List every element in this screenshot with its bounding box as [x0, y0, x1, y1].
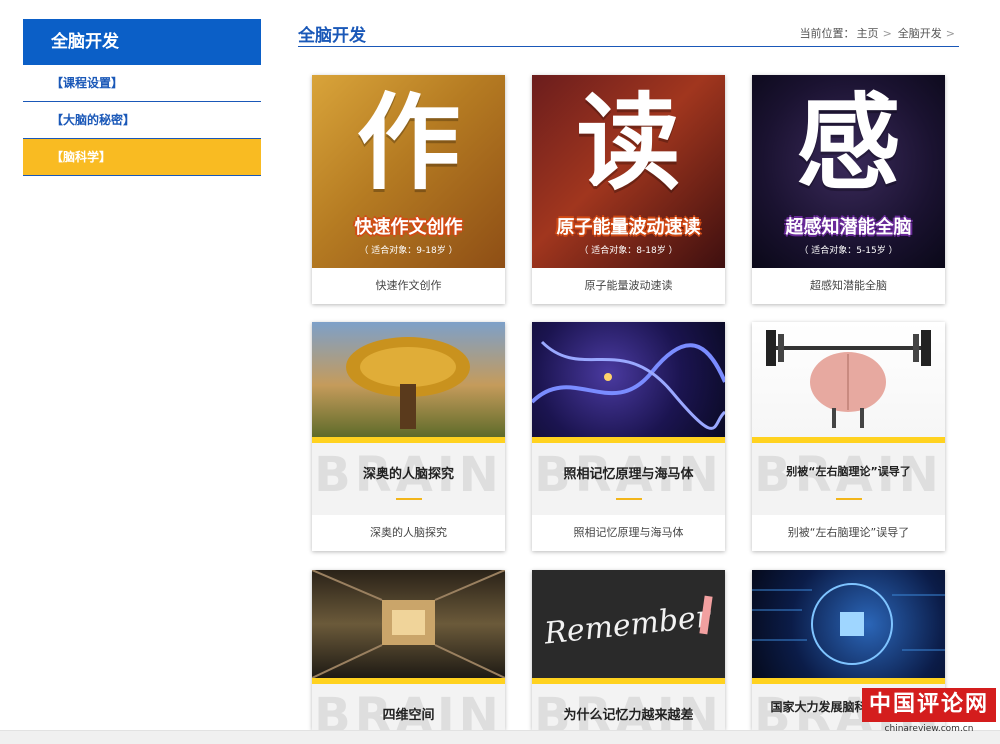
- poster-title: 超感知潜能全脑: [785, 217, 912, 238]
- poster-image[interactable]: 感 超感知潜能全脑 （ 适合对象：5-15岁 ）: [752, 75, 945, 268]
- sidebar-item-course-settings[interactable]: 【课程设置】: [23, 65, 261, 102]
- card-caption[interactable]: 别被“左右脑理论”误导了: [752, 515, 945, 551]
- brain-barbell-illustration: [766, 330, 931, 428]
- poster-title: 原子能量波动速读: [556, 217, 701, 238]
- title-panel: BRAIN 照相记忆原理与海马体: [532, 443, 725, 515]
- title-underline: [396, 498, 422, 500]
- breadcrumb-home[interactable]: 主页: [857, 27, 879, 40]
- article-card-photographic-memory[interactable]: BRAIN 照相记忆原理与海马体 照相记忆原理与海马体: [532, 322, 725, 551]
- course-card-speed-reading[interactable]: 读 原子能量波动速读 （ 适合对象：8-18岁 ） 原子能量波动速读: [532, 75, 725, 304]
- tree-brain-photo[interactable]: [312, 322, 505, 437]
- breadcrumb: 当前位置： 主页 > 全脑开发 >: [798, 25, 959, 41]
- title-underline: [616, 498, 642, 500]
- title-underline: [836, 498, 862, 500]
- logo-text: 中国评论网: [862, 688, 996, 722]
- card-caption[interactable]: 原子能量波动速读: [532, 268, 725, 304]
- panel-title: 别被“左右脑理论”误导了: [786, 465, 911, 478]
- poster-image[interactable]: 作 快速作文创作 （ 适合对象：9-18岁 ）: [312, 75, 505, 268]
- sidebar-title: 全脑开发: [23, 19, 261, 65]
- article-card-left-right-brain[interactable]: BRAIN 别被“左右脑理论”误导了 别被“左右脑理论”误导了: [752, 322, 945, 551]
- sidebar: 全脑开发 【课程设置】 【大脑的秘密】 【脑科学】: [23, 19, 261, 176]
- breadcrumb-current[interactable]: 全脑开发: [898, 27, 942, 40]
- page-title: 全脑开发: [298, 26, 366, 46]
- brain-barbell-photo[interactable]: [752, 322, 945, 437]
- title-panel: BRAIN 四维空间: [312, 684, 505, 730]
- poster-age: （ 适合对象：8-18岁 ）: [579, 246, 678, 256]
- breadcrumb-separator: >: [945, 27, 955, 40]
- card-caption[interactable]: 超感知潜能全脑: [752, 268, 945, 304]
- article-card-4d-space[interactable]: BRAIN 四维空间: [312, 570, 505, 730]
- title-panel: BRAIN 深奥的人脑探究: [312, 443, 505, 515]
- breadcrumb-prefix: 当前位置：: [799, 27, 855, 40]
- digital-head-illustration: [752, 583, 945, 665]
- card-caption[interactable]: 照相记忆原理与海马体: [532, 515, 725, 551]
- title-panel: BRAIN 别被“左右脑理论”误导了: [752, 443, 945, 515]
- digital-head-photo[interactable]: [752, 570, 945, 678]
- sidebar-item-brain-science[interactable]: 【脑科学】: [23, 139, 261, 176]
- tree-illustration: [346, 337, 470, 429]
- remember-chalk-text: Remember: [542, 599, 712, 652]
- poster-age: （ 适合对象：9-18岁 ）: [359, 246, 458, 256]
- poster-title: 快速作文创作: [354, 217, 463, 238]
- course-card-super-perception[interactable]: 感 超感知潜能全脑 （ 适合对象：5-15岁 ） 超感知潜能全脑: [752, 75, 945, 304]
- title-panel: BRAIN 为什么记忆力越来越差: [532, 684, 725, 730]
- article-card-memory-decline[interactable]: Remember BRAIN 为什么记忆力越来越差: [532, 570, 725, 730]
- poster-big-character: 感: [796, 82, 901, 204]
- panel-title: 照相记忆原理与海马体: [563, 467, 694, 482]
- horizontal-scrollbar[interactable]: [0, 730, 1000, 744]
- breadcrumb-separator: >: [882, 27, 892, 40]
- course-card-writing[interactable]: 作 快速作文创作 （ 适合对象：9-18岁 ） 快速作文创作: [312, 75, 505, 304]
- poster-big-character: 作: [356, 82, 461, 204]
- sidebar-item-brain-secrets[interactable]: 【大脑的秘密】: [23, 102, 261, 139]
- neuron-photo[interactable]: [532, 322, 725, 437]
- chalkboard-photo[interactable]: Remember: [532, 570, 725, 678]
- panel-title: 四维空间: [382, 708, 435, 723]
- panel-title: 为什么记忆力越来越差: [563, 708, 694, 723]
- logo-url: chinareview.com.cn: [884, 724, 974, 734]
- article-card-brain-research[interactable]: BRAIN 深奥的人脑探究 深奥的人脑探究: [312, 322, 505, 551]
- poster-image[interactable]: 读 原子能量波动速读 （ 适合对象：8-18岁 ）: [532, 75, 725, 268]
- panel-title: 深奥的人脑探究: [362, 467, 454, 482]
- site-logo: 中国评论网 chinareview.com.cn: [862, 688, 996, 738]
- poster-age: （ 适合对象：5-15岁 ）: [799, 246, 898, 256]
- neuron-illustration: [532, 340, 725, 430]
- main-header: 全脑开发 当前位置： 主页 > 全脑开发 >: [298, 19, 959, 47]
- corridor-illustration: [312, 570, 505, 678]
- corridor-photo[interactable]: [312, 570, 505, 678]
- card-caption[interactable]: 深奥的人脑探究: [312, 515, 505, 551]
- poster-big-character: 读: [576, 82, 681, 204]
- card-caption[interactable]: 快速作文创作: [312, 268, 505, 304]
